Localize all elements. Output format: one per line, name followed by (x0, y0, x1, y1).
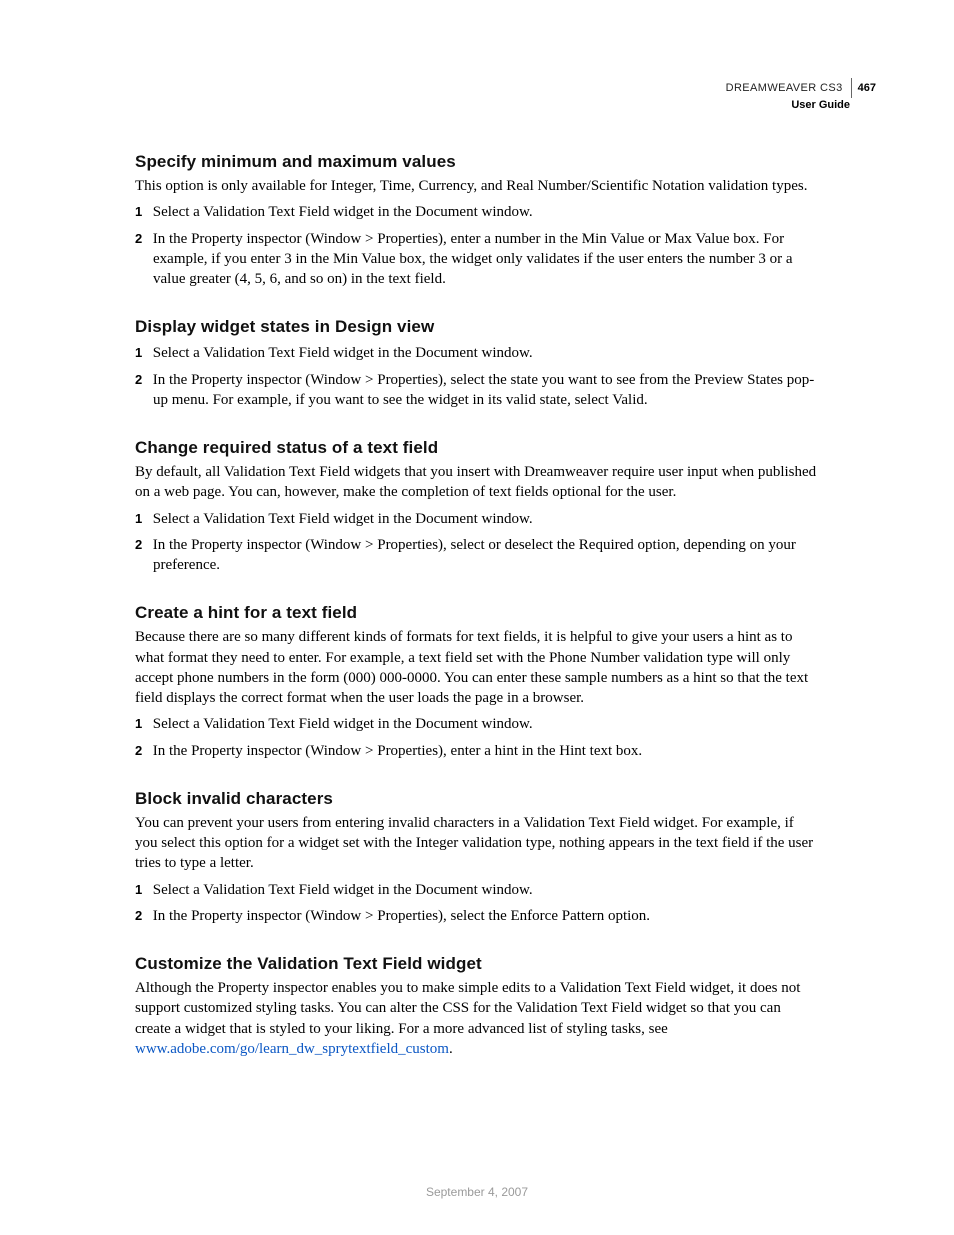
step-text: In the Property inspector (Window > Prop… (153, 908, 650, 924)
guide-label: User Guide (726, 98, 850, 112)
step-item: 1 Select a Validation Text Field widget … (135, 880, 819, 900)
running-header: DREAMWEAVER CS3 467 User Guide (726, 78, 876, 112)
page: DREAMWEAVER CS3 467 User Guide Specify m… (0, 0, 954, 1235)
step-text: In the Property inspector (Window > Prop… (153, 372, 814, 408)
step-number: 2 (135, 907, 149, 925)
step-list: 1 Select a Validation Text Field widget … (135, 202, 819, 289)
section-heading: Display widget states in Design view (135, 317, 819, 337)
step-text: In the Property inspector (Window > Prop… (153, 537, 796, 573)
step-list: 1 Select a Validation Text Field widget … (135, 343, 819, 410)
step-list: 1 Select a Validation Text Field widget … (135, 714, 819, 761)
step-item: 2 In the Property inspector (Window > Pr… (135, 535, 819, 576)
step-text: Select a Validation Text Field widget in… (153, 511, 533, 527)
page-number: 467 (858, 81, 876, 95)
footer-date: September 4, 2007 (0, 1185, 954, 1199)
external-link[interactable]: www.adobe.com/go/learn_dw_sprytextfield_… (135, 1041, 449, 1057)
section-intro: This option is only available for Intege… (135, 176, 819, 196)
step-text: In the Property inspector (Window > Prop… (153, 231, 793, 288)
step-number: 1 (135, 203, 149, 221)
section-intro: You can prevent your users from entering… (135, 813, 819, 874)
section-heading: Change required status of a text field (135, 438, 819, 458)
step-text: Select a Validation Text Field widget in… (153, 204, 533, 220)
section-heading: Specify minimum and maximum values (135, 152, 819, 172)
step-number: 1 (135, 344, 149, 362)
section-heading: Create a hint for a text field (135, 603, 819, 623)
step-item: 2 In the Property inspector (Window > Pr… (135, 906, 819, 926)
step-number: 1 (135, 715, 149, 733)
step-item: 1 Select a Validation Text Field widget … (135, 202, 819, 222)
step-number: 2 (135, 742, 149, 760)
step-item: 1 Select a Validation Text Field widget … (135, 714, 819, 734)
step-list: 1 Select a Validation Text Field widget … (135, 880, 819, 927)
step-number: 1 (135, 881, 149, 899)
content: Specify minimum and maximum values This … (135, 152, 819, 1059)
step-number: 1 (135, 510, 149, 528)
step-item: 1 Select a Validation Text Field widget … (135, 343, 819, 363)
intro-text-after: . (449, 1041, 453, 1057)
header-separator (851, 78, 852, 98)
step-list: 1 Select a Validation Text Field widget … (135, 509, 819, 576)
section-intro: Because there are so many different kind… (135, 627, 819, 708)
step-item: 1 Select a Validation Text Field widget … (135, 509, 819, 529)
section-heading: Customize the Validation Text Field widg… (135, 954, 819, 974)
step-number: 2 (135, 230, 149, 248)
step-text: Select a Validation Text Field widget in… (153, 882, 533, 898)
section-heading: Block invalid characters (135, 789, 819, 809)
step-item: 2 In the Property inspector (Window > Pr… (135, 229, 819, 290)
intro-text-before: Although the Property inspector enables … (135, 980, 800, 1037)
step-number: 2 (135, 536, 149, 554)
section-intro: By default, all Validation Text Field wi… (135, 462, 819, 503)
step-item: 2 In the Property inspector (Window > Pr… (135, 370, 819, 411)
product-name: DREAMWEAVER CS3 (726, 81, 843, 95)
section-intro: Although the Property inspector enables … (135, 978, 819, 1059)
step-item: 2 In the Property inspector (Window > Pr… (135, 741, 819, 761)
step-text: Select a Validation Text Field widget in… (153, 716, 533, 732)
step-text: In the Property inspector (Window > Prop… (153, 743, 642, 759)
step-number: 2 (135, 371, 149, 389)
step-text: Select a Validation Text Field widget in… (153, 345, 533, 361)
